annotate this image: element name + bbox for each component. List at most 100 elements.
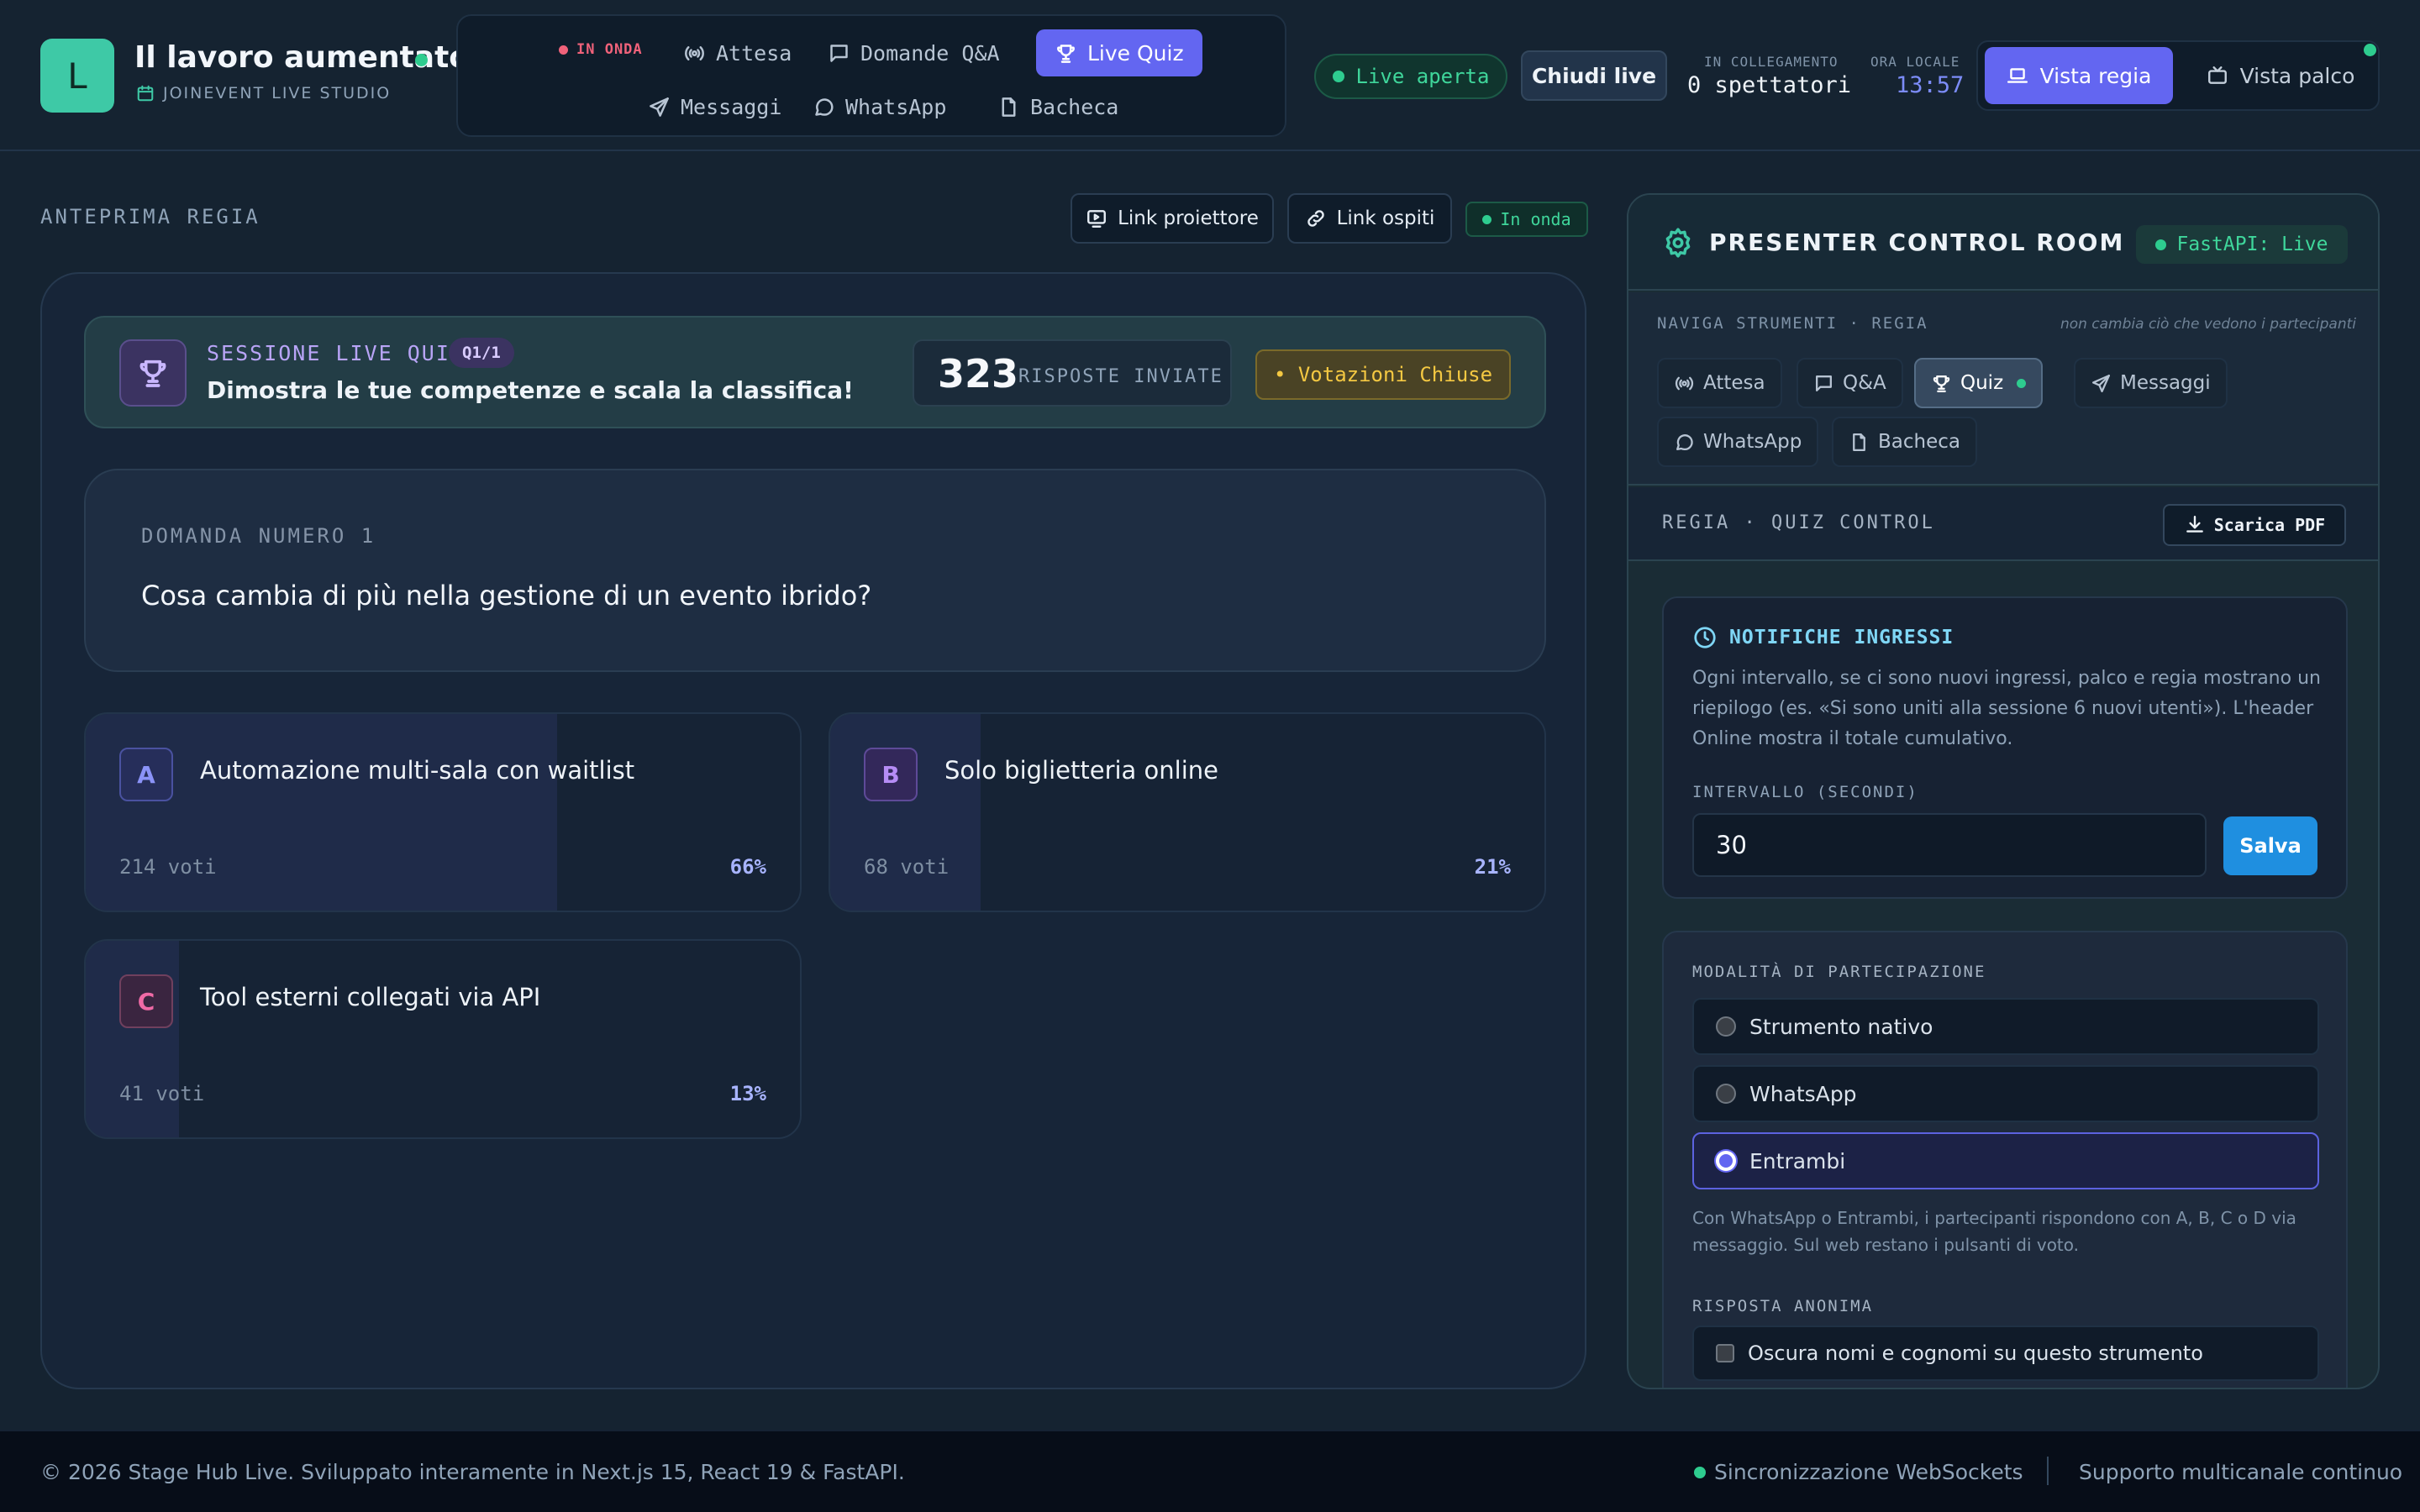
view-switch: Vista regia Vista palco: [1976, 40, 2380, 111]
broadcast-icon: [685, 45, 704, 60]
tool-bacheca[interactable]: Bacheca: [1832, 417, 1977, 467]
nav-whatsapp[interactable]: WhatsApp: [794, 83, 965, 130]
tool-whatsapp[interactable]: WhatsApp: [1657, 417, 1819, 467]
answer-option-a: A Automazione multi-sala con waitlist 21…: [84, 712, 802, 912]
nav-domande-qa[interactable]: Domande Q&A: [809, 29, 1018, 76]
tool-qa[interactable]: Q&A: [1797, 358, 1903, 408]
on-air-indicator: IN ONDA: [559, 41, 643, 58]
radio-both[interactable]: Entrambi: [1692, 1132, 2319, 1189]
studio-label: JOINEVENT LIVE STUDIO: [136, 84, 391, 102]
question-text: Cosa cambia di più nella gestione di un …: [141, 580, 872, 612]
session-title: SESSIONE LIVE QUIZ: [207, 341, 465, 365]
clock-icon: [1694, 627, 1716, 648]
responses-count: 323: [938, 351, 1019, 396]
answer-option-c: C Tool esterni collegati via API 41 voti…: [84, 939, 802, 1139]
voting-status-badge: • Votazioni Chiuse: [1255, 349, 1511, 400]
live-dot: [415, 54, 428, 66]
interval-label: INTERVALLO (SECONDI): [1692, 783, 1918, 801]
participation-mode-card: MODALITÀ DI PARTECIPAZIONE Strumento nat…: [1662, 931, 2348, 1388]
option-votes: 41 voti: [119, 1082, 205, 1105]
nav-bacheca[interactable]: Bacheca: [979, 83, 1137, 130]
tools-nav: NAVIGA STRUMENTI · REGIA non cambia ciò …: [1628, 292, 2378, 486]
question-counter-badge: Q1/1: [449, 338, 514, 368]
option-text: Automazione multi-sala con waitlist: [200, 756, 635, 785]
answer-option-b: B Solo biglietteria online 68 voti 21%: [829, 712, 1546, 912]
anonymous-checkbox[interactable]: Oscura nomi e cognomi su questo strument…: [1692, 1326, 2319, 1381]
stage-preview: SESSIONE LIVE QUIZ Q1/1 Dimostra le tue …: [40, 272, 1586, 1389]
anonymous-answer-label: RISPOSTA ANONIMA: [1692, 1297, 1874, 1315]
trophy-icon: [139, 360, 166, 387]
interval-input[interactable]: 30: [1692, 813, 2207, 877]
local-time: 13:57: [1896, 72, 1965, 98]
footer-divider: [2047, 1457, 2049, 1485]
tool-attesa[interactable]: Attesa: [1657, 358, 1782, 408]
connected-label: IN COLLEGAMENTO: [1704, 54, 1839, 70]
footer: © 2026 Stage Hub Live. Sviluppato intera…: [0, 1430, 2420, 1512]
nav-attesa[interactable]: Attesa: [665, 29, 810, 76]
quiz-control-label: REGIA · QUIZ CONTROL: [1662, 512, 1935, 533]
on-air-dot: [559, 45, 568, 55]
local-time-label: ORA LOCALE: [1870, 54, 1960, 70]
notifications-description: Ogni intervallo, se ci sono nuovi ingres…: [1692, 668, 2321, 749]
nav-live-quiz[interactable]: Live Quiz: [1036, 29, 1202, 76]
participation-mode-label: MODALITÀ DI PARTECIPAZIONE: [1692, 963, 1986, 981]
copyright-text: © 2026 Stage Hub Live. Sviluppato intera…: [40, 1460, 905, 1484]
laptop-icon: [2007, 68, 2028, 83]
radio-dot-selected: [1716, 1151, 1736, 1171]
active-dot: [2017, 378, 2027, 388]
option-letter: C: [119, 974, 173, 1028]
option-letter: A: [119, 748, 173, 801]
chat-icon: [1816, 375, 1832, 391]
calendar-icon: [137, 85, 154, 102]
live-status-badge: Live aperta: [1314, 54, 1507, 99]
option-percent: 21%: [1474, 855, 1511, 879]
nav-messaggi[interactable]: Messaggi: [629, 83, 800, 130]
download-pdf-button[interactable]: Scarica PDF: [2163, 504, 2346, 546]
websocket-dot: [1694, 1466, 1706, 1478]
question-card: DOMANDA NUMERO 1 Cosa cambia di più nell…: [84, 469, 1546, 672]
participation-mode-note: Con WhatsApp o Entrambi, i partecipanti …: [1692, 1208, 2296, 1255]
panel-title: PRESENTER CONTROL ROOM: [1709, 228, 2125, 256]
tool-quiz[interactable]: Quiz: [1914, 358, 2044, 408]
broadcast-icon: [1675, 376, 1694, 390]
send-icon: [2091, 374, 2111, 392]
tv-icon: [2207, 66, 2227, 84]
trophy-icon: [1933, 375, 1950, 392]
view-palco-button[interactable]: Vista palco: [2188, 47, 2373, 104]
download-icon: [2186, 516, 2203, 533]
radio-whatsapp[interactable]: WhatsApp: [1692, 1065, 2319, 1122]
preview-label: ANTEPRIMA REGIA: [40, 205, 260, 228]
whatsapp-icon: [815, 97, 834, 116]
vote-bar: [86, 941, 179, 1137]
option-votes: 68 voti: [864, 855, 950, 879]
fastapi-dot: [2155, 239, 2167, 250]
option-percent: 13%: [729, 1082, 766, 1105]
close-live-button[interactable]: Chiudi live: [1521, 50, 1667, 101]
header: L Il lavoro aumentato JOINEVENT LIVE STU…: [0, 0, 2420, 151]
tools-note: non cambia ciò che vedono i partecipanti: [2060, 316, 2356, 333]
panel-header: PRESENTER CONTROL ROOM FastAPI: Live: [1628, 195, 2378, 291]
support-text: Supporto multicanale continuo: [2079, 1460, 2403, 1484]
guests-link-button[interactable]: Link ospiti: [1287, 193, 1452, 244]
file-icon: [1853, 433, 1865, 451]
option-text: Solo biglietteria online: [944, 756, 1219, 785]
on-air-badge-dot: [1482, 214, 1492, 224]
radio-native-tool[interactable]: Strumento nativo: [1692, 998, 2319, 1055]
session-header: SESSIONE LIVE QUIZ Q1/1 Dimostra le tue …: [84, 316, 1546, 428]
save-button[interactable]: Salva: [2223, 816, 2317, 875]
session-subtitle: Dimostra le tue competenze e scala la cl…: [207, 376, 854, 404]
logo: L: [40, 39, 114, 113]
notifications-title: NOTIFICHE INGRESSI: [1692, 625, 1954, 650]
option-text: Tool esterni collegati via API: [200, 983, 541, 1011]
trophy-badge: [119, 339, 187, 407]
checkbox-box: [1716, 1344, 1734, 1362]
tool-messaggi[interactable]: Messaggi: [2074, 358, 2228, 408]
view-regia-button[interactable]: Vista regia: [1985, 47, 2173, 104]
link-icon: [1307, 210, 1324, 227]
entry-notifications-card: NOTIFICHE INGRESSI Ogni intervallo, se c…: [1662, 596, 2348, 899]
projector-link-button[interactable]: Link proiettore: [1071, 193, 1274, 244]
gear-icon: [1665, 228, 1691, 258]
main-nav: IN ONDA Attesa Domande Q&A Live Quiz Mes…: [456, 14, 1286, 137]
live-status-dot: [1332, 71, 1344, 82]
websocket-status: Sincronizzazione WebSockets: [1694, 1460, 2023, 1484]
